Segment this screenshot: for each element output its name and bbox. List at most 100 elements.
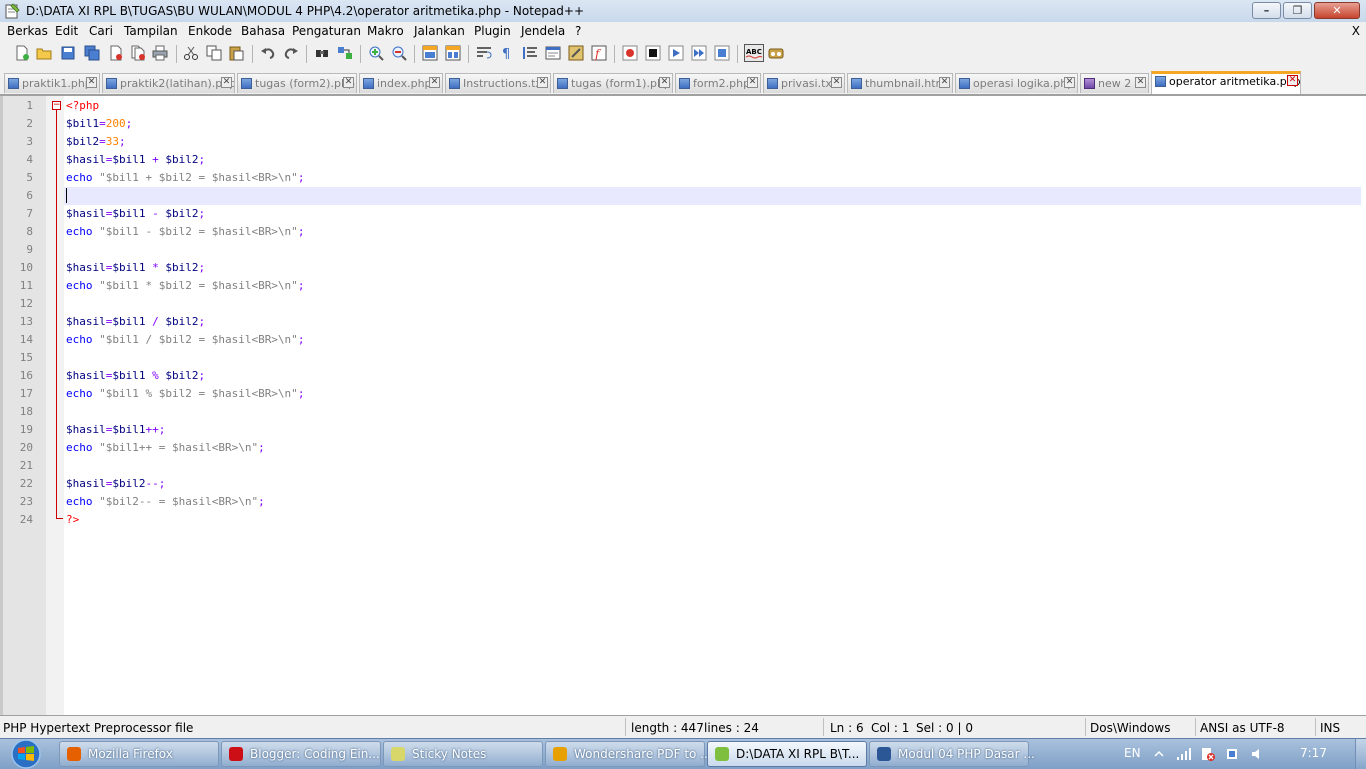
taskbar-button[interactable]: D:\DATA XI RPL B\T...: [707, 741, 867, 767]
menu-edit[interactable]: Edit: [55, 24, 78, 38]
tab-privasi[interactable]: privasi.txt ✕: [763, 73, 845, 93]
code-line[interactable]: echo "$bil1 - $bil2 = $hasil<BR>\n";: [66, 223, 304, 241]
sync-horizontal-icon[interactable]: [445, 45, 461, 61]
spell-check-icon[interactable]: ABC: [744, 44, 764, 62]
code-line[interactable]: ?>: [66, 511, 79, 529]
taskbar-button[interactable]: Modul 04 PHP Dasar ...: [869, 741, 1035, 767]
code-line[interactable]: echo "$bil1++ = $hasil<BR>\n";: [66, 439, 265, 457]
minimize-button[interactable]: –: [1252, 2, 1281, 19]
menu-tampilan[interactable]: Tampilan: [124, 24, 178, 38]
code-line[interactable]: $hasil=$bil1++;: [66, 421, 165, 439]
show-all-chars-icon[interactable]: ¶: [499, 45, 515, 61]
tab-close-icon[interactable]: ✕: [939, 77, 950, 88]
tab-new-2[interactable]: new 2 ✕: [1080, 73, 1149, 93]
clock[interactable]: 7:17: [1300, 746, 1327, 760]
function-list-icon[interactable]: f: [591, 45, 607, 61]
editor[interactable]: − 1 <?php 2 $bil1=200; 3 $bil2=33; 4 $hasil=$bi…: [0, 95, 1366, 716]
tab-form2[interactable]: form2.php ✕: [675, 73, 761, 93]
find-icon[interactable]: [314, 45, 330, 61]
zoom-out-icon[interactable]: [391, 45, 407, 61]
code-line[interactable]: $bil1=200;: [66, 115, 132, 133]
tab-close-icon[interactable]: ✕: [747, 77, 758, 88]
close-document-button[interactable]: X: [1352, 24, 1360, 38]
menu-enkode[interactable]: Enkode: [188, 24, 232, 38]
tab-close-icon[interactable]: ✕: [831, 77, 842, 88]
new-file-icon[interactable]: [14, 45, 30, 61]
tab-close-icon[interactable]: ✕: [659, 77, 670, 88]
close-window-button[interactable]: ✕: [1314, 2, 1360, 19]
menu-help[interactable]: ?: [575, 24, 581, 38]
restore-button[interactable]: ❐: [1283, 2, 1312, 19]
taskbar-button[interactable]: Mozilla Firefox: [59, 741, 219, 767]
tab-index[interactable]: index.php ✕: [359, 73, 443, 93]
tab-close-icon[interactable]: ✕: [1135, 77, 1146, 88]
tab-tugas-form1[interactable]: tugas (form1).php ✕: [553, 73, 673, 93]
menu-cari[interactable]: Cari: [89, 24, 113, 38]
tab-close-icon[interactable]: ✕: [537, 77, 548, 88]
tab-close-icon[interactable]: ✕: [429, 77, 440, 88]
tab-close-icon[interactable]: ✕: [86, 77, 97, 88]
tab-close-icon[interactable]: ✕: [1287, 75, 1298, 86]
code-line[interactable]: echo "$bil1 * $bil2 = $hasil<BR>\n";: [66, 277, 304, 295]
close-file-icon[interactable]: [108, 45, 124, 61]
tab-close-icon[interactable]: ✕: [343, 77, 354, 88]
doc-switcher-icon[interactable]: [768, 45, 784, 61]
show-hidden-icons-icon[interactable]: [1154, 749, 1164, 759]
redo-icon[interactable]: [283, 45, 299, 61]
tab-instructions[interactable]: Instructions.txt ✕: [445, 73, 551, 93]
code-line[interactable]: $hasil=$bil1 / $bil2;: [66, 313, 205, 331]
stop-record-icon[interactable]: [645, 45, 661, 61]
paste-icon[interactable]: [228, 45, 244, 61]
record-macro-icon[interactable]: [622, 45, 638, 61]
power-icon[interactable]: [1224, 747, 1240, 761]
code-line[interactable]: $hasil=$bil1 - $bil2;: [66, 205, 205, 223]
menu-makro[interactable]: Makro: [367, 24, 404, 38]
indent-guide-icon[interactable]: [522, 45, 538, 61]
menu-jalankan[interactable]: Jalankan: [414, 24, 465, 38]
close-all-icon[interactable]: [130, 45, 146, 61]
doc-map-icon[interactable]: [568, 45, 584, 61]
action-center-icon[interactable]: [1200, 747, 1216, 761]
code-line[interactable]: echo "$bil1 % $bil2 = $hasil<BR>\n";: [66, 385, 304, 403]
copy-icon[interactable]: [206, 45, 222, 61]
save-icon[interactable]: [60, 45, 76, 61]
tab-praktik2-latihan[interactable]: praktik2(latihan).php ✕: [102, 73, 235, 93]
code-line[interactable]: echo "$bil1 + $bil2 = $hasil<BR>\n";: [66, 169, 304, 187]
tab-operator-aritmetika[interactable]: operator aritmetika.php ✕: [1151, 71, 1301, 94]
zoom-in-icon[interactable]: [368, 45, 384, 61]
network-icon[interactable]: [1176, 747, 1192, 761]
open-file-icon[interactable]: [36, 45, 52, 61]
code-line[interactable]: $hasil=$bil1 * $bil2;: [66, 259, 205, 277]
menu-pengaturan[interactable]: Pengaturan: [292, 24, 361, 38]
play-macro-icon[interactable]: [668, 45, 684, 61]
user-lang-icon[interactable]: [545, 45, 561, 61]
tab-tugas-form2[interactable]: tugas (form2).php ✕: [237, 73, 357, 93]
code-line[interactable]: $hasil=$bil2--;: [66, 475, 165, 493]
menu-plugin[interactable]: Plugin: [474, 24, 511, 38]
save-all-icon[interactable]: [84, 45, 100, 61]
tab-close-icon[interactable]: ✕: [1064, 77, 1075, 88]
run-macro-multiple-icon[interactable]: [691, 45, 707, 61]
sync-vertical-icon[interactable]: [422, 45, 438, 61]
tab-operasi-logika[interactable]: operasi logika.php ✕: [955, 73, 1078, 93]
undo-icon[interactable]: [260, 45, 276, 61]
fold-collapse-icon[interactable]: −: [52, 101, 61, 110]
print-icon[interactable]: [152, 45, 168, 61]
volume-icon[interactable]: [1250, 747, 1266, 761]
menu-bahasa[interactable]: Bahasa: [241, 24, 285, 38]
taskbar-button[interactable]: Sticky Notes: [383, 741, 543, 767]
code-line[interactable]: $hasil=$bil1 % $bil2;: [66, 367, 205, 385]
cut-icon[interactable]: [183, 45, 199, 61]
taskbar-button[interactable]: Blogger: Coding Ein...: [221, 741, 381, 767]
word-wrap-icon[interactable]: [476, 45, 492, 61]
language-indicator[interactable]: EN: [1124, 746, 1141, 760]
start-button[interactable]: [7, 739, 45, 769]
code-line[interactable]: echo "$bil1 / $bil2 = $hasil<BR>\n";: [66, 331, 304, 349]
replace-icon[interactable]: [337, 45, 353, 61]
code-line[interactable]: <?php: [66, 97, 99, 115]
menu-jendela[interactable]: Jendela: [521, 24, 565, 38]
show-desktop-button[interactable]: [1355, 739, 1366, 769]
code-line[interactable]: echo "$bil2-- = $hasil<BR>\n";: [66, 493, 265, 511]
code-line[interactable]: $hasil=$bil1 + $bil2;: [66, 151, 205, 169]
tab-praktik1[interactable]: praktik1.php ✕: [4, 73, 100, 93]
